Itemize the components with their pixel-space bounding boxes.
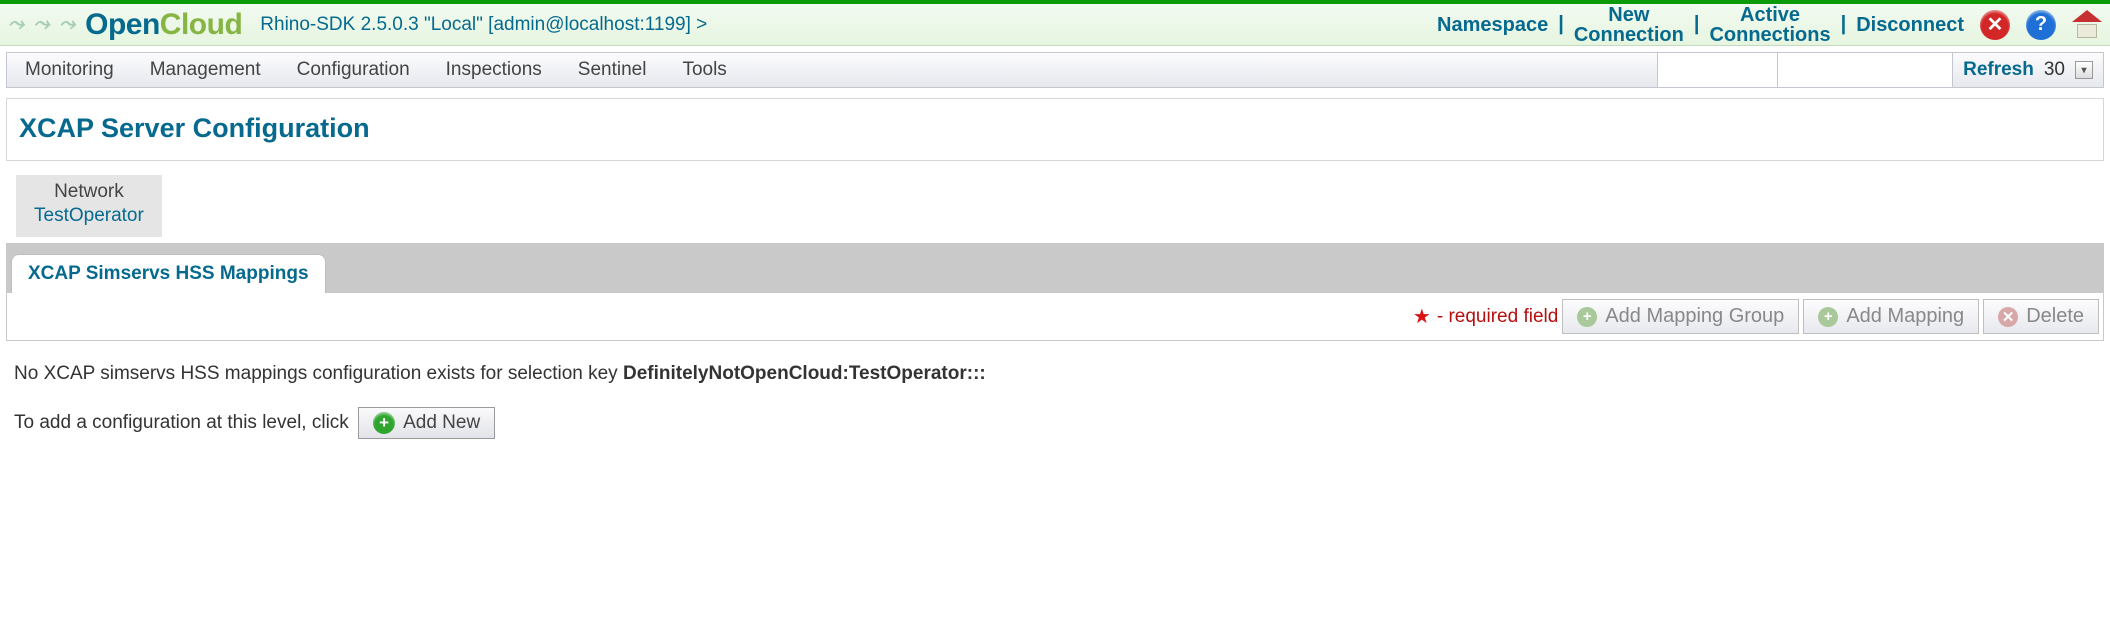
home-icon[interactable] [2072, 12, 2102, 38]
pipe-divider: | [1694, 13, 1700, 36]
refresh-control[interactable]: Refresh 30 ▾ [1952, 53, 2103, 87]
toolbar: ★ - required field + Add Mapping Group +… [6, 293, 2104, 341]
delete-label: Delete [2026, 305, 2084, 328]
pipe-divider: | [1841, 13, 1847, 36]
no-config-prefix: No XCAP simservs HSS mappings configurat… [14, 363, 623, 384]
refresh-spinner-icon[interactable]: ▾ [2075, 61, 2093, 79]
add-config-hint: To add a configuration at this level, cl… [14, 407, 2100, 439]
rhino-status: Rhino-SDK 2.5.0.3 "Local" [admin@localho… [260, 14, 707, 36]
brand-decoration: ⤳ ⤳ ⤳ [8, 13, 77, 36]
disconnect-link[interactable]: Disconnect [1856, 15, 1964, 35]
selection-key: DefinitelyNotOpenCloud:TestOperator::: [623, 363, 986, 384]
menubar: Monitoring Management Configuration Insp… [6, 52, 2104, 88]
header-bar: ⤳ ⤳ ⤳ OpenCloud Rhino-SDK 2.5.0.3 "Local… [0, 4, 2110, 46]
network-selector[interactable]: Network TestOperator [16, 175, 162, 237]
namespace-link[interactable]: Namespace [1437, 15, 1548, 35]
header-right: Namespace | NewConnection | ActiveConnec… [1437, 5, 2102, 45]
plus-icon: + [1818, 307, 1838, 327]
delete-x-icon: ✕ [1998, 307, 2018, 327]
delete-button[interactable]: ✕ Delete [1983, 299, 2099, 334]
required-field-text: - required field [1437, 306, 1558, 328]
tab-strip: XCAP Simservs HSS Mappings [6, 243, 2104, 293]
network-selector-value: TestOperator [34, 205, 144, 227]
brand-cloud: Cloud [160, 8, 242, 41]
required-field-note: ★ - required field [1413, 304, 1558, 329]
menubar-spacer [745, 53, 1657, 87]
brand-open: Open [85, 8, 160, 41]
refresh-value: 30 [2044, 59, 2065, 81]
plus-icon: + [373, 412, 395, 434]
tab-xcap-simservs[interactable]: XCAP Simservs HSS Mappings [11, 254, 326, 293]
add-new-label: Add New [403, 412, 480, 434]
active-connections-link[interactable]: ActiveConnections [1709, 5, 1830, 45]
network-selector-block: Network TestOperator [6, 169, 2104, 237]
page-title-block: XCAP Server Configuration [6, 98, 2104, 161]
network-selector-label: Network [34, 181, 144, 203]
page-title: XCAP Server Configuration [19, 113, 2091, 144]
add-config-text: To add a configuration at this level, cl… [14, 412, 349, 433]
add-new-button[interactable]: + Add New [358, 407, 495, 439]
required-star-icon: ★ [1413, 304, 1431, 329]
menu-sentinel[interactable]: Sentinel [560, 53, 665, 87]
menubar-gap [1657, 53, 1777, 87]
no-config-message: No XCAP simservs HSS mappings configurat… [14, 363, 2100, 385]
add-mapping-group-label: Add Mapping Group [1605, 305, 1784, 328]
pipe-divider: | [1558, 13, 1564, 36]
menu-monitoring[interactable]: Monitoring [7, 53, 132, 87]
add-mapping-label: Add Mapping [1846, 305, 1964, 328]
header-left: ⤳ ⤳ ⤳ OpenCloud Rhino-SDK 2.5.0.3 "Local… [8, 8, 707, 42]
menubar-search-cell[interactable] [1777, 53, 1952, 87]
plus-icon: + [1577, 307, 1597, 327]
new-connection-link[interactable]: NewConnection [1574, 5, 1684, 45]
brand-logo: OpenCloud [85, 8, 242, 42]
help-icon[interactable]: ? [2026, 10, 2056, 40]
menu-inspections[interactable]: Inspections [428, 53, 560, 87]
add-mapping-button[interactable]: + Add Mapping [1803, 299, 1979, 334]
menu-management[interactable]: Management [132, 53, 279, 87]
menu-tools[interactable]: Tools [664, 53, 744, 87]
close-icon[interactable]: ✕ [1980, 10, 2010, 40]
add-mapping-group-button[interactable]: + Add Mapping Group [1562, 299, 1799, 334]
content-body: No XCAP simservs HSS mappings configurat… [0, 341, 2110, 481]
refresh-label: Refresh [1963, 59, 2034, 81]
menu-configuration[interactable]: Configuration [279, 53, 428, 87]
